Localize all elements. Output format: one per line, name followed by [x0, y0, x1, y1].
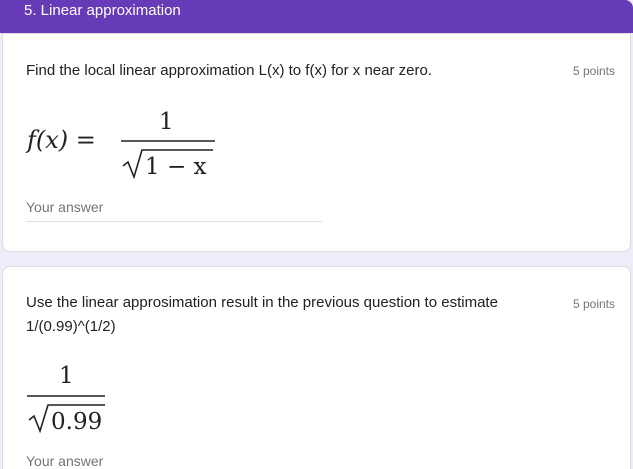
question-card-2: Use the linear approsimation result in t… [2, 266, 631, 469]
formula-f-of-x: f(x) = 1 1 − x [25, 109, 215, 180]
question-card-1: Find the local linear approximation L(x)… [2, 33, 631, 252]
formula-numerator: 1 [59, 363, 74, 389]
section-header: 5. Linear approximation [0, 0, 633, 33]
question-text-line-2: 1/(0.99)^(1/2) [26, 318, 116, 335]
points-label: 5 points [572, 64, 615, 78]
formula-lhs: f(x) = [25, 126, 96, 154]
question-text: Use the linear approsimation result in t… [26, 291, 498, 339]
answer-underline [26, 221, 322, 222]
question-text: Find the local linear approximation L(x)… [26, 62, 433, 79]
formula-radicand: 1 − x [145, 154, 207, 180]
answer-input[interactable]: Your answer [26, 199, 103, 215]
formula-numerator: 1 [159, 109, 174, 135]
answer-input[interactable]: Your answer [26, 453, 103, 469]
section-title: 5. Linear approximation [24, 2, 181, 19]
points-label: 5 points [572, 297, 615, 311]
formula-estimate: 1 0.99 [27, 363, 105, 435]
form-page: 5. Linear approximation Find the local l… [0, 0, 633, 469]
formula-radicand: 0.99 [51, 409, 102, 435]
question-text-line-1: Use the linear approsimation result in t… [26, 294, 498, 311]
